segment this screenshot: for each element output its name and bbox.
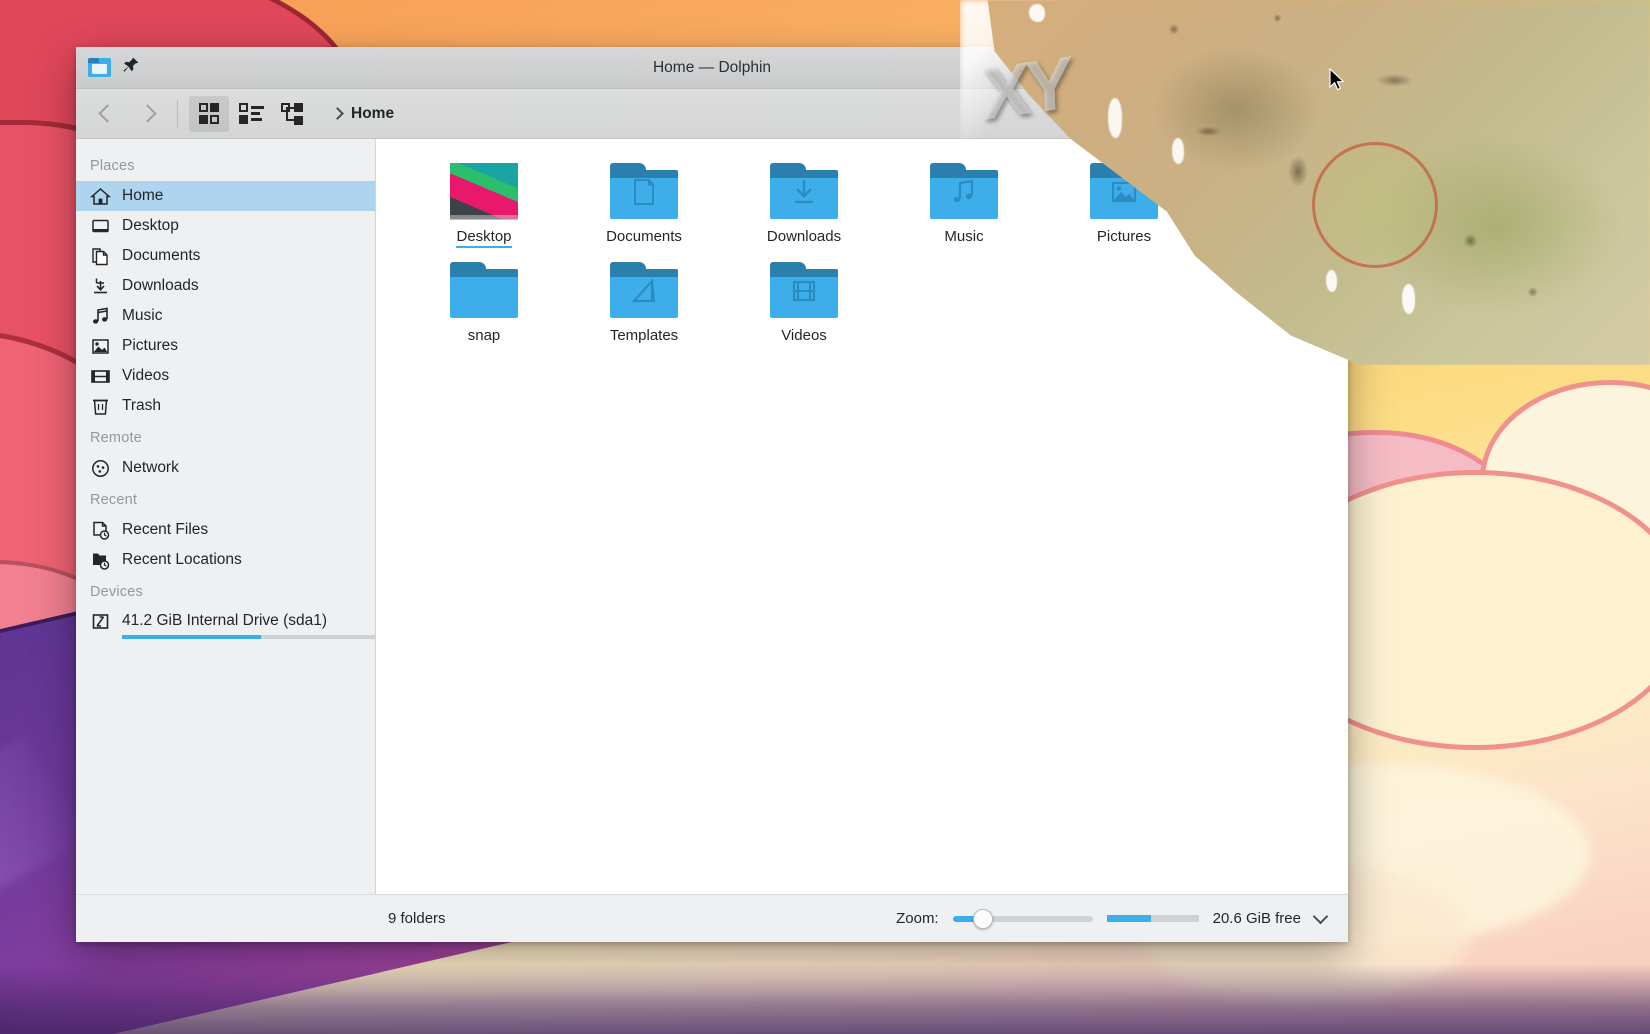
network-icon <box>90 458 111 479</box>
dolphin-window: Home — Dolphin Home Places Home Desktop … <box>76 47 1348 942</box>
sidebar-item-label: Network <box>122 459 179 476</box>
sidebar-item-label: Desktop <box>122 217 179 234</box>
file-name: Downloads <box>766 228 842 245</box>
chevron-right-icon <box>331 107 344 120</box>
breadcrumb-label[interactable]: Home <box>351 105 394 123</box>
sidebar-heading-recent: Recent <box>90 492 138 508</box>
recent-file-icon <box>90 520 111 541</box>
folder-icon <box>450 262 518 318</box>
pin-icon[interactable] <box>122 56 140 79</box>
file-item-snap[interactable]: snap <box>404 262 564 344</box>
mouse-cursor <box>1329 67 1346 93</box>
music-note-icon <box>90 306 111 327</box>
file-item-documents[interactable]: Documents <box>564 163 724 248</box>
wallpaper-vignette <box>0 964 1650 1034</box>
sidebar-item-label: Documents <box>122 247 201 264</box>
internal-drive-icon <box>90 611 111 632</box>
wallpaper-ground-streak <box>0 734 86 921</box>
window-title: Home — Dolphin <box>652 58 772 76</box>
trash-icon <box>90 396 111 417</box>
sidebar-item-videos[interactable]: Videos <box>76 361 375 391</box>
disk-space-bar <box>1106 915 1199 922</box>
folder-music-icon <box>930 163 998 219</box>
zoom-slider[interactable] <box>952 908 1093 929</box>
download-icon <box>90 276 111 297</box>
sidebar-item-label: Home <box>122 187 164 204</box>
home-icon <box>90 186 111 207</box>
folder-downloads-icon <box>770 163 838 219</box>
documents-icon <box>90 246 111 267</box>
sidebar-item-network[interactable]: Network <box>76 453 375 483</box>
recent-folder-icon <box>90 550 111 571</box>
details-view-icon <box>281 102 305 125</box>
toolbar: Home <box>76 89 1348 139</box>
sidebar-item-home[interactable]: Home <box>76 181 375 211</box>
file-item-templates[interactable]: Templates <box>564 262 724 344</box>
desktop-icon <box>90 216 111 237</box>
icons-view-button[interactable] <box>189 95 229 132</box>
sidebar-item-label: Recent Files <box>122 521 209 538</box>
breadcrumb[interactable]: Home <box>331 105 394 123</box>
folder-icon <box>88 58 111 77</box>
sidebar-item-label: Music <box>122 307 163 324</box>
places-sidebar: Places Home Desktop Documents Downloads … <box>76 139 376 894</box>
folder-templates-icon <box>610 262 678 318</box>
folder-documents-icon <box>610 163 678 219</box>
file-item-music[interactable]: Music <box>884 163 1044 248</box>
film-icon <box>90 366 111 387</box>
status-bar: 9 folders Zoom: 20.6 GiB free <box>76 894 1348 942</box>
chevron-down-icon[interactable] <box>1312 908 1329 925</box>
file-name: Pictures <box>1096 228 1152 245</box>
file-item-desktop[interactable]: Desktop <box>404 163 564 248</box>
sidebar-item-desktop[interactable]: Desktop <box>76 211 375 241</box>
sidebar-heading-remote: Remote <box>90 430 142 446</box>
zoom-label: Zoom: <box>896 910 939 927</box>
window-body: Places Home Desktop Documents Downloads … <box>76 139 1348 894</box>
folder-count-label: 9 folders <box>388 910 446 927</box>
compact-view-icon <box>238 103 264 124</box>
toolbar-separator <box>177 99 178 128</box>
device-label: 41.2 GiB Internal Drive (sda1) <box>122 612 328 629</box>
sidebar-item-label: Recent Locations <box>122 551 242 568</box>
device-capacity-bar <box>122 635 375 639</box>
back-button[interactable] <box>88 97 126 131</box>
sidebar-heading-places: Places <box>90 158 135 174</box>
file-item-videos[interactable]: Videos <box>724 262 884 344</box>
file-name: Templates <box>609 327 679 344</box>
sidebar-item-recent-locations[interactable]: Recent Locations <box>76 545 375 575</box>
sidebar-item-label: Trash <box>122 397 162 414</box>
sidebar-item-downloads[interactable]: Downloads <box>76 271 375 301</box>
window-titlebar[interactable]: Home — Dolphin <box>76 47 1348 89</box>
sidebar-item-recent-files[interactable]: Recent Files <box>76 515 375 545</box>
file-item-downloads[interactable]: Downloads <box>724 163 884 248</box>
sidebar-item-trash[interactable]: Trash <box>76 391 375 421</box>
sidebar-item-documents[interactable]: Documents <box>76 241 375 271</box>
file-view[interactable]: Desktop Documents Downloads Music Pictur… <box>376 139 1348 894</box>
wallpaper-thumbnail-icon <box>450 163 518 219</box>
sidebar-item-pictures[interactable]: Pictures <box>76 331 375 361</box>
sidebar-item-label: Pictures <box>122 337 178 354</box>
sidebar-item-music[interactable]: Music <box>76 301 375 331</box>
details-view-button[interactable] <box>273 96 313 132</box>
sidebar-item-internal-drive[interactable]: 41.2 GiB Internal Drive (sda1) <box>76 607 375 639</box>
file-item-pictures[interactable]: Pictures <box>1044 163 1204 248</box>
file-name: snap <box>467 327 501 344</box>
icons-view-icon <box>198 103 220 124</box>
file-name: Desktop <box>456 228 512 248</box>
image-icon <box>90 336 111 357</box>
compact-view-button[interactable] <box>231 96 271 132</box>
file-name: Documents <box>606 228 682 245</box>
file-grid: Desktop Documents Downloads Music Pictur… <box>376 139 1348 344</box>
forward-button[interactable] <box>128 97 166 131</box>
sidebar-item-label: Videos <box>122 367 170 384</box>
file-name: Videos <box>781 327 827 344</box>
folder-pictures-icon <box>1090 163 1158 219</box>
free-space-label: 20.6 GiB free <box>1212 910 1301 927</box>
file-name: Music <box>944 228 984 245</box>
folder-videos-icon <box>770 262 838 318</box>
sidebar-heading-devices: Devices <box>90 584 143 600</box>
sidebar-item-label: Downloads <box>122 277 199 294</box>
